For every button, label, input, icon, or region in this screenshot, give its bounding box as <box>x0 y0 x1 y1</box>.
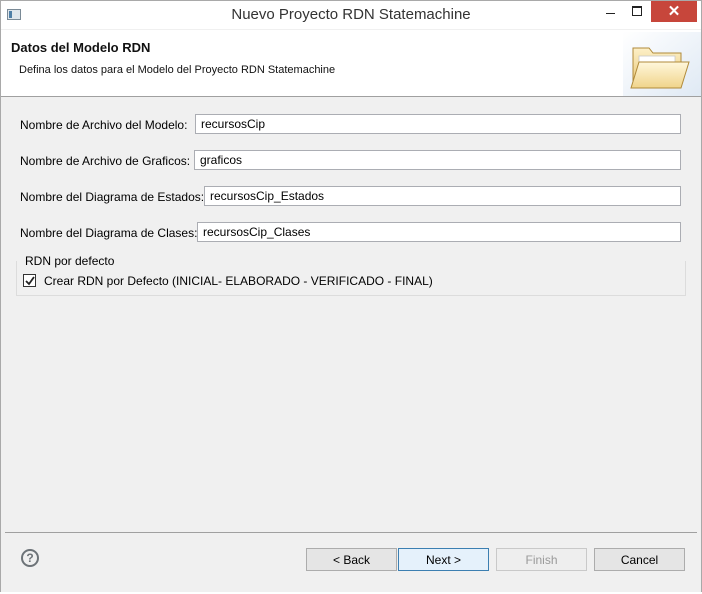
states-diagram-input[interactable] <box>204 186 681 206</box>
classes-diagram-input[interactable] <box>197 222 681 242</box>
open-folder-icon <box>623 32 701 96</box>
classes-diagram-label: Nombre del Diagrama de Clases: <box>20 226 198 240</box>
next-button[interactable]: Next > <box>398 548 489 571</box>
title-bar: Nuevo Proyecto RDN Statemachine ✕ <box>1 1 701 29</box>
default-rdn-checkbox[interactable] <box>23 274 36 287</box>
checkmark-icon <box>25 276 35 286</box>
model-file-input[interactable] <box>195 114 681 134</box>
wizard-dialog: Nuevo Proyecto RDN Statemachine ✕ Datos … <box>0 0 702 594</box>
back-button[interactable]: < Back <box>306 548 397 571</box>
footer-separator <box>5 532 697 533</box>
page-description: Defina los datos para el Modelo del Proy… <box>19 64 336 76</box>
finish-button: Finish <box>496 548 587 571</box>
default-rdn-checkbox-label[interactable]: Crear RDN por Defecto (INICIAL- ELABORAD… <box>44 274 433 288</box>
close-button[interactable]: ✕ <box>651 1 697 22</box>
maximize-button[interactable] <box>621 1 651 22</box>
states-diagram-label: Nombre del Diagrama de Estados: <box>20 190 205 204</box>
graphics-file-input[interactable] <box>194 150 681 170</box>
help-icon[interactable]: ? <box>21 549 39 567</box>
cancel-button[interactable]: Cancel <box>594 548 685 571</box>
defaults-group-title: RDN por defecto <box>23 254 117 268</box>
wizard-header: Datos del Modelo RDN Defina los datos pa… <box>1 30 701 97</box>
graphics-file-label: Nombre de Archivo de Graficos: <box>20 154 191 168</box>
page-title: Datos del Modelo RDN <box>11 40 151 55</box>
model-file-label: Nombre de Archivo del Modelo: <box>20 118 188 132</box>
